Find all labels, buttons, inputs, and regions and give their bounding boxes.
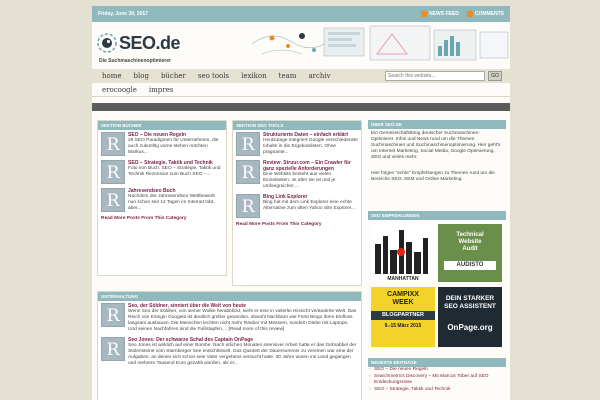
ad-brand: AUDISTO bbox=[444, 261, 496, 270]
logo-text: SEO.de bbox=[119, 32, 181, 53]
list-item[interactable]: R SEO – Strategie, Taktik und Technik Fo… bbox=[98, 158, 226, 186]
nav-erocoogle[interactable]: erocoogle bbox=[96, 86, 143, 94]
post-thumbnail: R bbox=[236, 160, 260, 184]
list-item[interactable]: R Seo Jones: Der schwarze Schal des Capt… bbox=[98, 335, 361, 369]
post-excerpt: Bing hat mit dem Link Explorer eine echt… bbox=[263, 200, 356, 211]
tagline: Die Suchmaschinenoptimierer bbox=[99, 58, 171, 64]
ad-line: BLOGPARTNER bbox=[371, 311, 435, 320]
nav-seo-tools[interactable]: seo tools bbox=[192, 72, 235, 80]
list-item[interactable]: R Review: Struur.com – Ein Crawler für g… bbox=[233, 158, 361, 192]
secondary-nav: erocoogle impres bbox=[92, 83, 510, 97]
list-item[interactable]: R Bing Link Explorer Bing hat mit dem Li… bbox=[233, 192, 361, 220]
post-thumbnail: R bbox=[101, 160, 125, 184]
ad-line: Technical bbox=[456, 232, 484, 238]
main-nav: home blog bücher seo tools lexikon team … bbox=[92, 69, 510, 83]
page: Friday, June 30, 2017 NEWS FEED COMMENTS… bbox=[92, 6, 510, 400]
post-thumbnail: R bbox=[101, 188, 125, 212]
section-title: NEUESTE BEITRÄGE bbox=[368, 358, 506, 367]
post-excerpt: Wenn Seo der Söldner, von seiner Wolke h… bbox=[128, 309, 357, 332]
nav-buecher[interactable]: bücher bbox=[155, 72, 192, 80]
nav-team[interactable]: team bbox=[273, 72, 303, 80]
ad-line: Audit bbox=[462, 246, 478, 252]
section-title: UNTERHALTUNG bbox=[98, 292, 361, 301]
post-excerpt: Foto von Buch: SEO – Strategie, Taktik u… bbox=[128, 166, 221, 177]
ad-brand: OnPage.org bbox=[447, 323, 493, 332]
date-label: Friday, June 30, 2017 bbox=[98, 11, 148, 17]
post-thumbnail: R bbox=[236, 194, 260, 218]
post-thumbnail: R bbox=[101, 132, 125, 156]
section-title: ÜBER SEO.DE bbox=[368, 120, 506, 129]
post-thumbnail: R bbox=[101, 337, 125, 361]
section-title: SEKTION BÜCHER bbox=[98, 121, 226, 130]
about-text: Ein Gemeinschaftsblog deutscher Suchmasc… bbox=[371, 131, 501, 160]
post-excerpt: Nachdem der Jahresendseo Wettbewerb nun … bbox=[128, 194, 216, 211]
section-seo-tools: SEKTION SEO TOOLS R Strukturierte Daten … bbox=[232, 120, 362, 286]
list-item[interactable]: R SEO – Die neuen Regeln 29 SEO Paradigm… bbox=[98, 130, 226, 158]
nav-lexikon[interactable]: lexikon bbox=[235, 72, 273, 80]
post-thumbnail: R bbox=[236, 132, 260, 156]
news-feed-link[interactable]: NEWS FEED bbox=[421, 11, 459, 17]
logo-eye-icon bbox=[96, 32, 118, 54]
read-more-link[interactable]: Read More Posts From This Category bbox=[98, 214, 226, 223]
nav-blog[interactable]: blog bbox=[128, 72, 155, 80]
section-ueber: ÜBER SEO.DE Ein Gemeinschaftsblog deutsc… bbox=[368, 120, 506, 185]
comments-label: COMMENTS bbox=[474, 11, 504, 17]
ad-date: 9.-15 März 2015 bbox=[384, 323, 422, 329]
list-item[interactable]: R Strukturierte Daten – einfach erklärt … bbox=[233, 130, 361, 158]
section-buecher: SEKTION BÜCHER R SEO – Die neuen Regeln … bbox=[97, 120, 227, 276]
ad-banner-campixx[interactable]: CAMPIXX WEEK BLOGPARTNER 9.-15 März 2015 bbox=[371, 287, 435, 347]
search-input[interactable] bbox=[385, 71, 485, 81]
post-excerpt: 29 SEO Paradigmen für Unternehmen, die a… bbox=[128, 138, 219, 155]
list-item[interactable]: R Jahresendseo Buch Nachdem der Jahresen… bbox=[98, 186, 226, 214]
ad-line: DEIN STARKER bbox=[445, 295, 495, 302]
site-logo[interactable]: SEO.de bbox=[96, 32, 181, 54]
ad-brand: MANHATTAN bbox=[387, 276, 419, 282]
section-neueste: NEUESTE BEITRÄGE SEO – Die neuen Regeln … bbox=[368, 358, 506, 393]
ad-banner-onpage[interactable]: DEIN STARKER SEO ASSISTENT OnPage.org bbox=[438, 287, 502, 347]
rss-icon bbox=[466, 11, 473, 17]
top-bar: Friday, June 30, 2017 NEWS FEED COMMENTS bbox=[92, 6, 510, 22]
section-empfehlungen: SEO EMPFEHLUNGEN MANHATTAN Technical Web… bbox=[368, 211, 506, 351]
search-go-button[interactable]: GO bbox=[488, 71, 502, 81]
divider-stripe bbox=[92, 103, 510, 111]
post-excerpt: Heutzutage integriert Google verschieden… bbox=[263, 138, 358, 155]
post-excerpt: Eine Website besteht aus vielen Einzelse… bbox=[263, 172, 336, 189]
nav-impressum[interactable]: impres bbox=[143, 86, 179, 94]
recommendations-intro: Hier folgen "echte" Empfehlungen zu Them… bbox=[371, 171, 495, 182]
nav-home[interactable]: home bbox=[96, 72, 128, 80]
recent-post-link[interactable]: SEO – Strategie, Taktik und Technik bbox=[368, 387, 506, 394]
post-excerpt: Seo Jones ist wirklich auf einer Bombe. … bbox=[128, 343, 357, 366]
recent-post-link[interactable]: Searchmetrics Discovery – Mit Marcus Tob… bbox=[368, 374, 506, 387]
nav-archiv[interactable]: archiv bbox=[302, 72, 336, 80]
section-unterhaltung: UNTERHALTUNG R Seo, der Söldner, sinnier… bbox=[97, 291, 362, 400]
ad-line: WEEK bbox=[392, 299, 414, 306]
post-title[interactable]: Review: Struur.com – Ein Crawler für gan… bbox=[263, 160, 358, 172]
section-title: SEO EMPFEHLUNGEN bbox=[368, 211, 506, 220]
header-illustration bbox=[251, 25, 509, 61]
header: SEO.de Die Suchmaschinenoptimierer bbox=[92, 22, 510, 69]
comments-feed-link[interactable]: COMMENTS bbox=[466, 11, 504, 17]
list-item[interactable]: R Seo, der Söldner, sinniert über die We… bbox=[98, 301, 361, 335]
rss-icon bbox=[421, 11, 428, 17]
ad-banner-manhattan[interactable]: MANHATTAN bbox=[371, 224, 435, 282]
ad-banner-audisto[interactable]: Technical Website Audit AUDISTO bbox=[438, 224, 502, 282]
skyline-icon bbox=[375, 230, 428, 274]
read-more-link[interactable]: Read More Posts From This Category bbox=[233, 220, 361, 229]
ad-line: SEO ASSISTENT bbox=[444, 303, 496, 310]
section-title: SEKTION SEO TOOLS bbox=[233, 121, 361, 130]
post-thumbnail: R bbox=[101, 303, 125, 327]
news-feed-label: NEWS FEED bbox=[429, 11, 459, 17]
ad-line: Website bbox=[458, 239, 482, 245]
ad-line: CAMPIXX bbox=[387, 291, 419, 298]
